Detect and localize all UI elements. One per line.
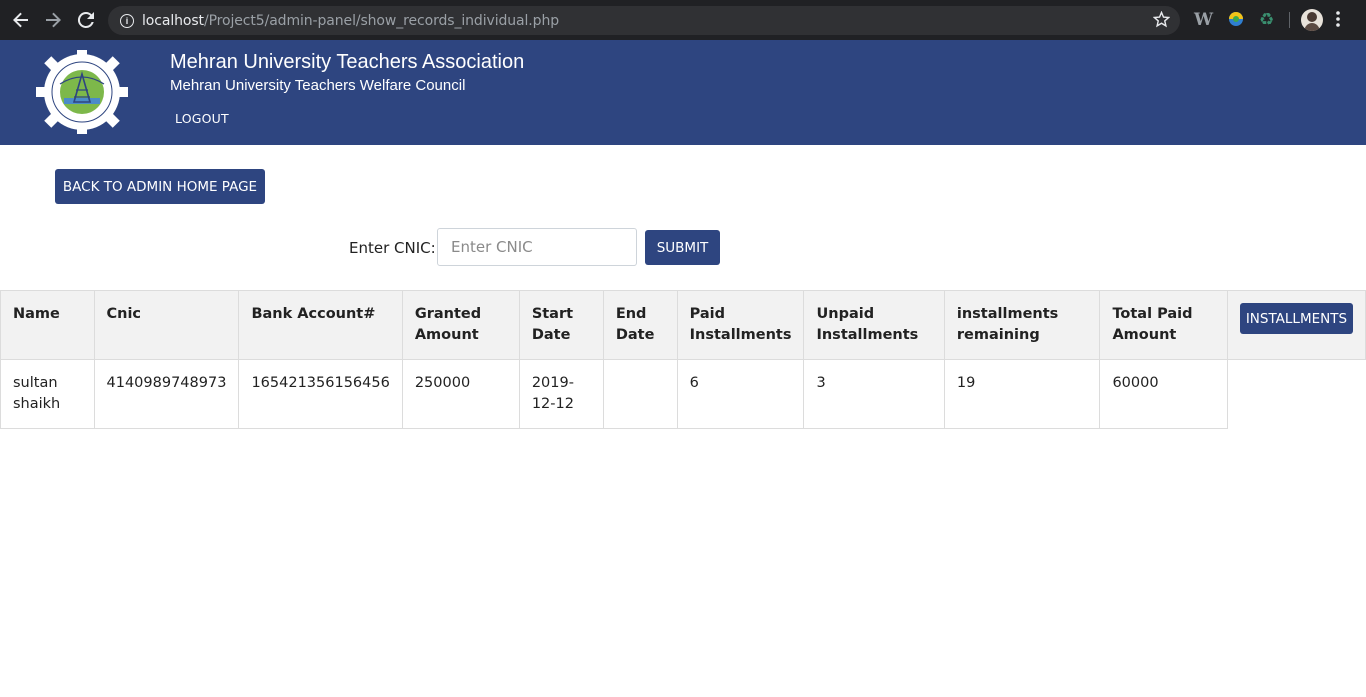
header-unpaid-installments: Unpaid Installments [803,290,945,360]
submit-button[interactable]: SUBMIT [645,230,720,265]
back-to-admin-home-button[interactable]: BACK TO ADMIN HOME PAGE [55,169,265,204]
cell-actions-empty [1227,360,1365,429]
info-icon[interactable]: i [120,13,134,28]
cell-bank-account: 165421356156456 [238,359,403,429]
site-header: Mehran University Teachers Association M… [0,40,1366,145]
header-granted-amount: Granted Amount [401,290,520,360]
menu-kebab-icon[interactable] [1336,11,1340,32]
header-name: Name [0,290,95,360]
cell-unpaid-installments: 3 [803,359,945,429]
cnic-input[interactable] [437,228,637,266]
extension-w-icon[interactable]: W [1194,10,1213,30]
cell-installments-remaining: 19 [943,359,1101,429]
cell-end-date [602,359,678,429]
cnic-label: Enter CNIC: [349,239,436,257]
table-row: sultan shaikh 4140989748973 165421356156… [0,359,1366,429]
cell-start-date: 2019-12-12 [518,359,604,429]
cell-name: sultan shaikh [0,359,95,429]
extension-recycle-icon[interactable]: ♻ [1259,10,1277,29]
site-title: Mehran University Teachers Association [170,51,525,73]
bookmark-star-icon[interactable] [1152,10,1171,33]
cell-paid-installments: 6 [676,359,805,429]
header-installments-remaining: installments remaining [943,290,1101,360]
header-end-date: End Date [602,290,678,360]
url-text: localhost/Project5/admin-panel/show_reco… [142,12,560,29]
extension-globe-icon[interactable] [1227,10,1245,28]
profile-avatar[interactable] [1301,9,1323,31]
reload-icon[interactable] [70,4,102,36]
header-start-date: Start Date [518,290,604,360]
installments-button[interactable]: INSTALLMENTS [1239,303,1353,334]
header-cnic: Cnic [93,290,240,360]
site-subtitle: Mehran University Teachers Welfare Counc… [170,77,466,94]
header-total-paid-amount: Total Paid Amount [1099,290,1228,360]
header-bank-account: Bank Account# [238,290,403,360]
table-header-row: Name Cnic Bank Account# Granted Amount S… [0,290,1366,360]
address-bar[interactable]: i localhost/Project5/admin-panel/show_re… [108,6,1180,35]
cell-total-paid-amount: 60000 [1099,359,1228,429]
back-arrow-icon[interactable] [5,4,37,36]
cell-granted-amount: 250000 [401,359,520,429]
logout-link[interactable]: LOGOUT [175,111,229,126]
forward-arrow-icon[interactable] [37,4,69,36]
header-paid-installments: Paid Installments [676,290,805,360]
records-table: Name Cnic Bank Account# Granted Amount S… [0,290,1366,429]
toolbar-divider [1289,12,1290,28]
browser-toolbar: i localhost/Project5/admin-panel/show_re… [0,0,1366,40]
header-actions: INSTALLMENTS [1226,290,1366,360]
university-logo [34,50,130,146]
cell-cnic: 4140989748973 [93,359,240,429]
